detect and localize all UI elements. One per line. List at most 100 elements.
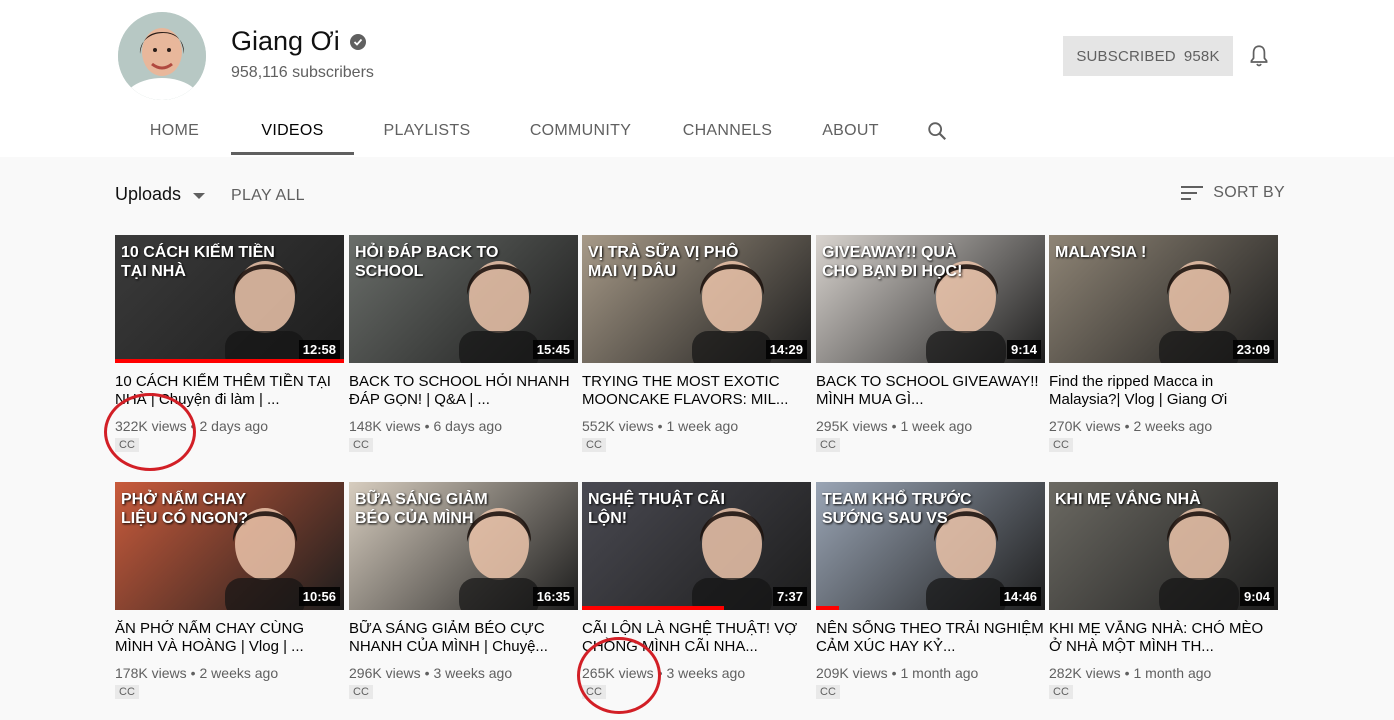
video-duration: 15:45 (532, 340, 574, 359)
separator: • (657, 418, 663, 434)
cc-badge: CC (582, 438, 606, 452)
subscribed-button[interactable]: SUBSCRIBED 958K (1063, 36, 1233, 76)
video-meta: 270K views • 2 weeks ago (1049, 418, 1278, 434)
thumbnail-text: PHỞ NẤM CHAY LIỆU CÓ NGON? (121, 491, 249, 527)
video-card[interactable]: HỎI ĐÁP BACK TO SCHOOL 15:45 BACK TO SCH… (349, 235, 578, 453)
video-thumbnail[interactable]: KHI MẸ VẮNG NHÀ 9:04 (1049, 482, 1278, 610)
notification-bell-icon[interactable] (1246, 43, 1272, 69)
subscribed-count: 958K (1183, 47, 1220, 65)
sort-by-label: SORT BY (1213, 184, 1285, 201)
video-card[interactable]: GIVEAWAY!! QUÀ CHO BẠN ĐI HỌC! 9:14 BACK… (816, 235, 1045, 453)
tab-videos[interactable]: VIDEOS (231, 104, 354, 157)
sort-by-button[interactable]: SORT BY (1181, 184, 1285, 202)
video-duration: 9:04 (1239, 587, 1274, 606)
video-thumbnail[interactable]: VỊ TRÀ SỮA VỊ PHÔ MAI VỊ DÂU 14:29 (582, 235, 811, 363)
channel-tabs: HOME VIDEOS PLAYLISTS COMMUNITY CHANNELS… (118, 104, 967, 157)
video-duration: 10:56 (298, 587, 340, 606)
thumbnail-text: VỊ TRÀ SỮA VỊ PHÔ MAI VỊ DÂU (588, 244, 739, 280)
video-card[interactable]: MALAYSIA ! 23:09 Find the ripped Macca i… (1049, 235, 1278, 453)
cc-badge: CC (816, 685, 840, 699)
tab-community[interactable]: COMMUNITY (500, 104, 661, 157)
video-title[interactable]: BỮA SÁNG GIẢM BÉO CỰC NHANH CỦA MÌNH | C… (349, 620, 578, 656)
videos-toolbar: Uploads PLAY ALL SORT BY (115, 176, 1285, 216)
video-views: 295K views (816, 418, 888, 434)
video-meta: 296K views • 3 weeks ago (349, 665, 578, 681)
video-thumbnail[interactable]: 10 CÁCH KIẾM TIỀN TẠI NHÀ 12:58 (115, 235, 344, 363)
video-thumbnail[interactable]: GIVEAWAY!! QUÀ CHO BẠN ĐI HỌC! 9:14 (816, 235, 1045, 363)
video-card[interactable]: KHI MẸ VẮNG NHÀ 9:04 KHI MẸ VẮNG NHÀ: CH… (1049, 482, 1278, 700)
annotation-circle (104, 393, 196, 471)
watch-progress-bar (582, 606, 724, 610)
video-views: 209K views (816, 665, 888, 681)
channel-name-text: Giang Ơi (231, 26, 340, 56)
channel-avatar[interactable] (118, 12, 206, 100)
video-age: 2 days ago (199, 418, 269, 434)
video-views: 148K views (349, 418, 421, 434)
video-thumbnail[interactable]: MALAYSIA ! 23:09 (1049, 235, 1278, 363)
video-duration: 7:37 (772, 587, 807, 606)
video-title[interactable]: ĂN PHỞ NẤM CHAY CÙNG MÌNH VÀ HOÀNG | Vlo… (115, 620, 344, 656)
video-thumbnail[interactable]: HỎI ĐÁP BACK TO SCHOOL 15:45 (349, 235, 578, 363)
video-meta: 148K views • 6 days ago (349, 418, 578, 434)
separator: • (891, 665, 897, 681)
video-views: 282K views (1049, 665, 1121, 681)
tab-playlists[interactable]: PLAYLISTS (354, 104, 500, 157)
video-meta: 209K views • 1 month ago (816, 665, 1045, 681)
video-title[interactable]: KHI MẸ VẮNG NHÀ: CHÓ MÈO Ở NHÀ MỘT MÌNH … (1049, 620, 1278, 656)
channel-search-icon[interactable] (907, 104, 967, 157)
tab-channels[interactable]: CHANNELS (661, 104, 794, 157)
play-all-button[interactable]: PLAY ALL (231, 187, 305, 205)
video-title[interactable]: NÊN SỐNG THEO TRẢI NGHIỆM CẢM XÚC HAY KỶ… (816, 620, 1045, 656)
subscribed-label: SUBSCRIBED (1076, 47, 1176, 65)
cc-badge: CC (115, 685, 139, 699)
separator: • (190, 665, 196, 681)
video-age: 3 weeks ago (666, 665, 746, 681)
video-thumbnail[interactable]: BỮA SÁNG GIẢM BÉO CỦA MÌNH 16:35 (349, 482, 578, 610)
channel-header: Giang Ơi 958,116 subscribers SUBSCRIBED … (0, 0, 1394, 157)
video-card[interactable]: BỮA SÁNG GIẢM BÉO CỦA MÌNH 16:35 BỮA SÁN… (349, 482, 578, 700)
separator: • (1124, 418, 1130, 434)
video-views: 296K views (349, 665, 421, 681)
video-card[interactable]: VỊ TRÀ SỮA VỊ PHÔ MAI VỊ DÂU 14:29 TRYIN… (582, 235, 811, 453)
video-thumbnail[interactable]: PHỞ NẤM CHAY LIỆU CÓ NGON? 10:56 (115, 482, 344, 610)
video-views: 270K views (1049, 418, 1121, 434)
annotation-circle (577, 637, 661, 714)
separator: • (891, 418, 897, 434)
video-duration: 12:58 (298, 340, 340, 359)
video-title[interactable]: BACK TO SCHOOL GIVEAWAY!! MÌNH MUA GÌ... (816, 373, 1045, 409)
watch-progress-bar (816, 606, 839, 610)
video-duration: 14:29 (765, 340, 807, 359)
video-title[interactable]: Find the ripped Macca in Malaysia?| Vlog… (1049, 373, 1278, 409)
separator: • (424, 418, 430, 434)
thumbnail-text: MALAYSIA ! (1055, 244, 1147, 261)
cc-badge: CC (816, 438, 840, 452)
uploads-label: Uploads (115, 184, 182, 204)
tab-home[interactable]: HOME (118, 104, 231, 157)
video-meta: 552K views • 1 week ago (582, 418, 811, 434)
thumbnail-text: KHI MẸ VẮNG NHÀ (1055, 491, 1201, 508)
video-thumbnail[interactable]: TEAM KHỔ TRƯỚC SƯỚNG SAU VS 14:46 (816, 482, 1045, 610)
video-age: 1 week ago (900, 418, 973, 434)
sort-icon (1181, 184, 1204, 202)
video-meta: 295K views • 1 week ago (816, 418, 1045, 434)
video-age: 2 weeks ago (199, 665, 279, 681)
video-card[interactable]: PHỞ NẤM CHAY LIỆU CÓ NGON? 10:56 ĂN PHỞ … (115, 482, 344, 700)
cc-badge: CC (1049, 685, 1073, 699)
video-duration: 23:09 (1232, 340, 1274, 359)
thumbnail-text: TEAM KHỔ TRƯỚC SƯỚNG SAU VS (822, 491, 972, 527)
verified-icon (349, 33, 366, 50)
watch-progress-bar (115, 359, 344, 363)
video-views: 552K views (582, 418, 654, 434)
chevron-down-icon (193, 192, 206, 199)
uploads-dropdown[interactable]: Uploads (115, 184, 206, 205)
subscriber-count: 958,116 subscribers (231, 64, 374, 81)
video-card[interactable]: TEAM KHỔ TRƯỚC SƯỚNG SAU VS 14:46 NÊN SỐ… (816, 482, 1045, 700)
video-title[interactable]: BACK TO SCHOOL HỎI NHANH ĐÁP GỌN! | Q&A … (349, 373, 578, 409)
thumbnail-text: BỮA SÁNG GIẢM BÉO CỦA MÌNH (355, 491, 488, 527)
video-age: 1 month ago (1133, 665, 1212, 681)
video-title[interactable]: TRYING THE MOST EXOTIC MOONCAKE FLAVORS:… (582, 373, 811, 409)
video-thumbnail[interactable]: NGHỆ THUẬT CÃI LỘN! 7:37 (582, 482, 811, 610)
video-age: 3 weeks ago (433, 665, 513, 681)
tab-about[interactable]: ABOUT (794, 104, 907, 157)
cc-badge: CC (349, 685, 373, 699)
